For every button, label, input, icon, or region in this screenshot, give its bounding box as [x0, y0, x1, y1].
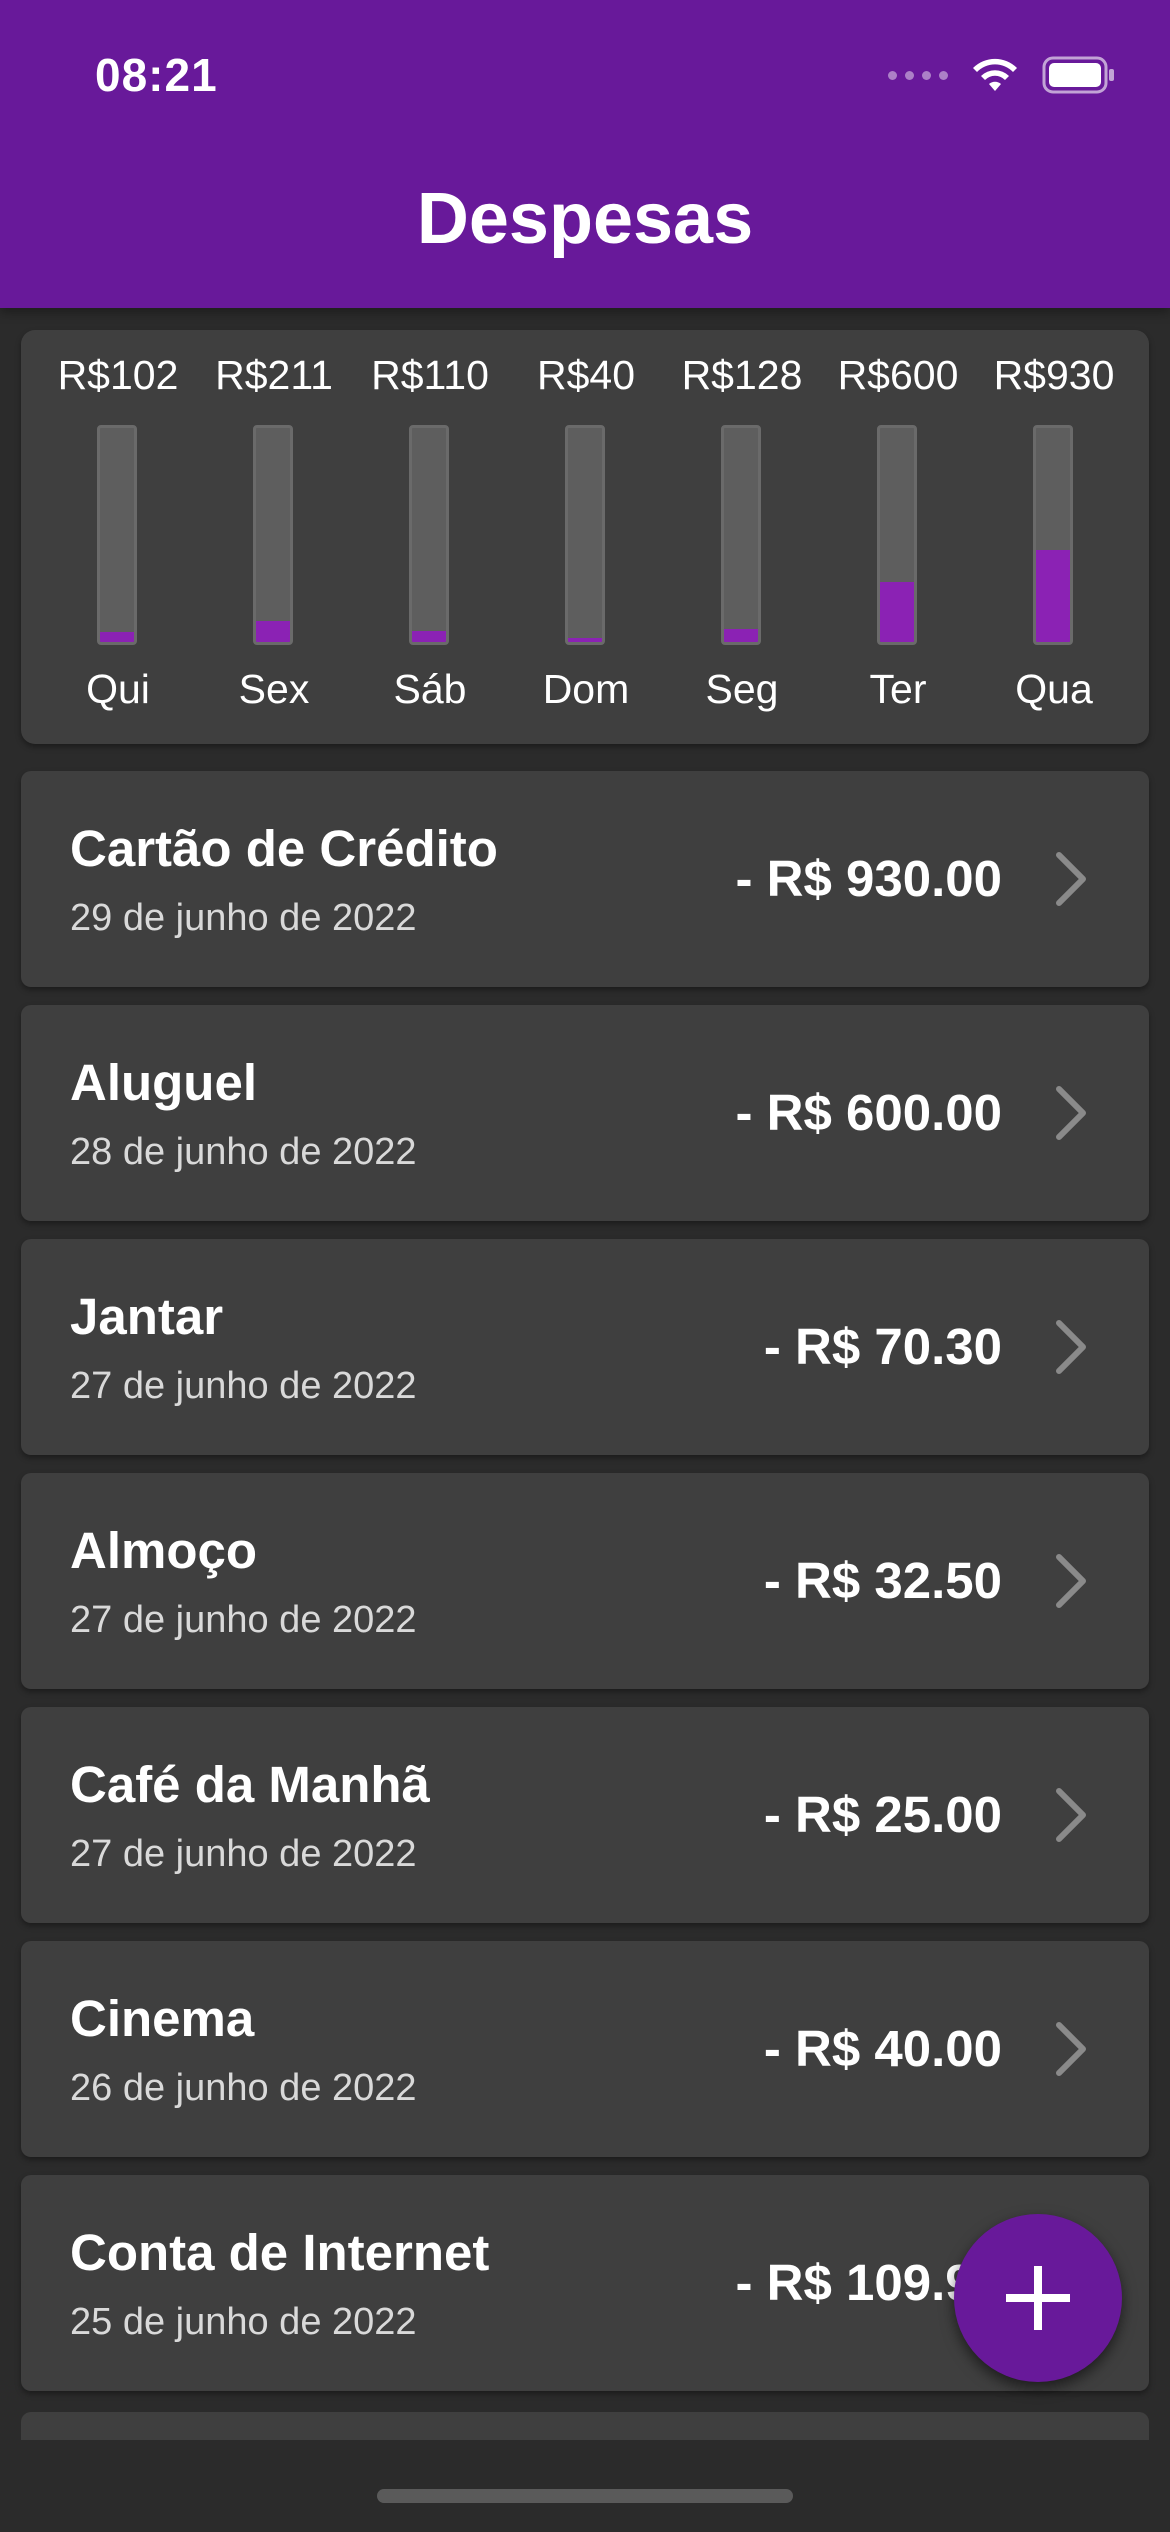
chart-bar-fill: [256, 621, 290, 642]
transaction-amount: - R$ 32.50: [763, 1552, 1002, 1609]
transaction-amount: - R$ 70.30: [763, 1318, 1002, 1375]
chevron-right-icon: [1056, 1086, 1086, 1140]
chevron-right-icon: [1056, 2022, 1086, 2076]
transaction-title: Almoço: [70, 1522, 258, 1579]
chart-bar-2: R$110 Sáb: [353, 330, 507, 744]
chart-bar-amount: R$930: [993, 352, 1115, 398]
transaction-date: 27 de junho de 2022: [70, 1599, 417, 1641]
transaction-date: 26 de junho de 2022: [70, 2067, 417, 2109]
transaction-title: Jantar: [70, 1288, 224, 1345]
transaction-amount: - R$ 600.00: [735, 1084, 1002, 1141]
chart-bar-amount: R$102: [57, 352, 179, 398]
chart-bar-track: [97, 425, 137, 645]
transaction-item[interactable]: Almoço 27 de junho de 2022 - R$ 32.50: [21, 1473, 1149, 1689]
app-bar: 08:21 Despesas: [0, 0, 1170, 308]
home-indicator[interactable]: [377, 2489, 793, 2503]
expenses-screen: 08:21 Despesas R$102 Qui R$211 Sex R$110…: [0, 0, 1170, 2532]
wifi-icon: [970, 55, 1020, 95]
chart-bar-amount: R$128: [681, 352, 803, 398]
chart-bar-day: Sáb: [393, 666, 467, 712]
chart-bar-amount: R$211: [215, 352, 333, 398]
transaction-date: 25 de junho de 2022: [70, 2301, 417, 2343]
chart-bar-4: R$128 Seg: [665, 330, 819, 744]
transaction-amount: - R$ 40.00: [763, 2020, 1002, 2077]
chart-bar-fill: [568, 637, 602, 642]
transaction-title: Aluguel: [70, 1054, 257, 1111]
chart-bar-amount: R$600: [837, 352, 959, 398]
transaction-item[interactable]: Cinema 26 de junho de 2022 - R$ 40.00: [21, 1941, 1149, 2157]
transaction-title: Cinema: [70, 1990, 255, 2047]
transaction-title: Cartão de Crédito: [70, 820, 498, 877]
add-expense-button[interactable]: [954, 2214, 1122, 2382]
chart-bar-3: R$40 Dom: [509, 330, 663, 744]
chart-bar-day: Qua: [1015, 666, 1093, 712]
transaction-item[interactable]: Jantar 27 de junho de 2022 - R$ 70.30: [21, 1239, 1149, 1455]
transaction-date: 27 de junho de 2022: [70, 1365, 417, 1407]
chart-bar-fill: [412, 631, 446, 642]
plus-icon: [1006, 2266, 1070, 2330]
chart-bar-day: Qui: [86, 666, 150, 712]
status-icons: [888, 50, 1116, 100]
chart-bar-day: Seg: [705, 666, 779, 712]
chart-bar-day: Dom: [542, 666, 630, 712]
chart-bar-track: [1033, 425, 1073, 645]
chevron-right-icon: [1056, 1788, 1086, 1842]
status-time: 08:21: [95, 49, 218, 101]
transaction-date: 28 de junho de 2022: [70, 1131, 417, 1173]
transaction-date: 29 de junho de 2022: [70, 897, 417, 939]
transaction-item[interactable]: Café da Manhã 27 de junho de 2022 - R$ 25.…: [21, 1707, 1149, 1923]
chart-bar-track: [409, 425, 449, 645]
chart-bar-0: R$102 Qui: [41, 330, 195, 744]
chart-bar-amount: R$40: [536, 352, 635, 398]
chart-bar-fill: [100, 631, 134, 642]
chart-bar-1: R$211 Sex: [197, 330, 351, 744]
transaction-item[interactable]: Cartão de Crédito 29 de junho de 2022 - R$…: [21, 771, 1149, 987]
chevron-right-icon: [1056, 852, 1086, 906]
chart-bar-amount: R$110: [371, 352, 489, 398]
chevron-right-icon: [1056, 1320, 1086, 1374]
chart-bar-track: [721, 425, 761, 645]
transaction-title: Café da Manhã: [70, 1756, 430, 1813]
page-title: Despesas: [416, 179, 754, 259]
signal-icon: [888, 70, 948, 80]
chart-bar-fill: [724, 629, 758, 642]
chart-bar-5: R$600 Ter: [821, 330, 975, 744]
chart-bar-6: R$930 Qua: [977, 330, 1131, 744]
chart-bar-fill: [1036, 549, 1070, 642]
chart-bar-day: Ter: [869, 666, 927, 712]
chart-bar-track: [565, 425, 605, 645]
transaction-title: Conta de Internet: [70, 2224, 490, 2281]
bottom-area: [0, 2440, 1170, 2532]
chart-bar-day: Sex: [238, 666, 310, 712]
weekly-chart: R$102 Qui R$211 Sex R$110 Sáb R$40 Dom R$128 Seg R…: [21, 330, 1149, 744]
transaction-amount: - R$ 930.00: [735, 850, 1002, 907]
chart-bar-fill: [880, 582, 914, 642]
chart-bar-track: [253, 425, 293, 645]
transaction-amount: - R$ 25.00: [763, 1786, 1002, 1843]
battery-icon: [1042, 56, 1116, 94]
transaction-date: 27 de junho de 2022: [70, 1833, 417, 1875]
transaction-item[interactable]: Aluguel 28 de junho de 2022 - R$ 600.00: [21, 1005, 1149, 1221]
chevron-right-icon: [1056, 1554, 1086, 1608]
chart-bar-track: [877, 425, 917, 645]
